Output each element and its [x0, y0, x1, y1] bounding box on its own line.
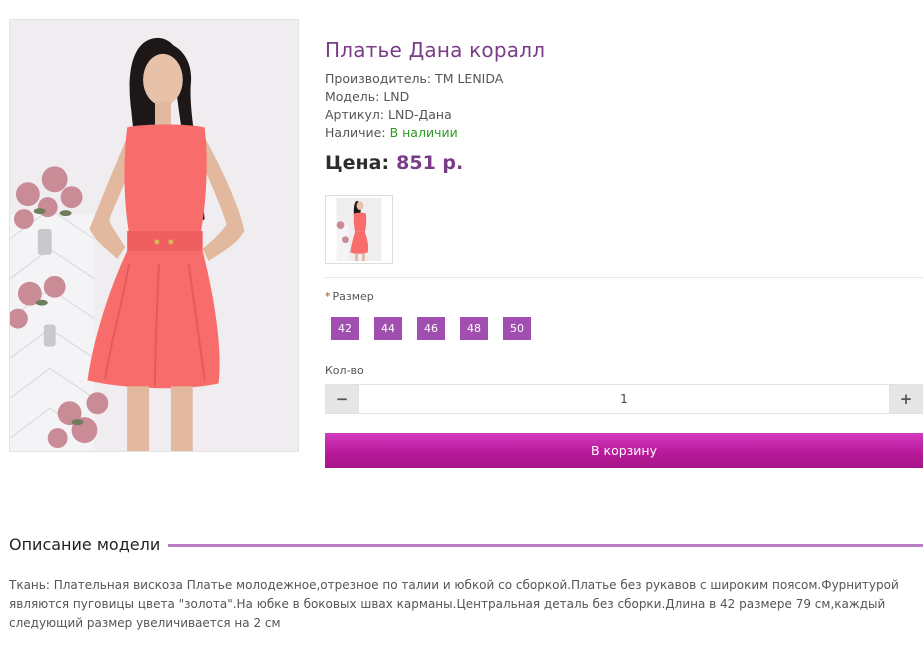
model-value: LND [383, 89, 410, 104]
sku-value: LND-Дана [388, 107, 452, 122]
product-meta: Производитель: TM LENIDA Модель: LND Арт… [325, 70, 923, 142]
add-to-cart-button[interactable]: В корзину [325, 433, 923, 468]
model-row: Модель: LND [325, 88, 923, 106]
product-photo [10, 20, 298, 451]
manufacturer-row: Производитель: TM LENIDA [325, 70, 923, 88]
size-option-50[interactable]: 50 [503, 317, 531, 340]
size-label-text: Размер [332, 290, 374, 303]
thumbnail-image [326, 196, 392, 263]
sku-row: Артикул: LND-Дана [325, 106, 923, 124]
product-info: Платье Дана коралл Производитель: TM LEN… [325, 36, 923, 468]
availability-status: В наличии [389, 125, 458, 140]
quantity-increase-button[interactable]: + [890, 385, 922, 413]
quantity-decrease-button[interactable]: − [326, 385, 358, 413]
size-option-label: * Размер [325, 290, 374, 303]
divider [325, 277, 923, 278]
required-mark: * [325, 290, 331, 303]
quantity-label: Кол-во [325, 364, 364, 377]
price-label: Цена: [325, 152, 390, 174]
price-row: Цена: 851 р. [325, 150, 923, 176]
description-text: Ткань: Плательная вискоза Платье молодеж… [9, 578, 899, 630]
quantity-stepper: − + [325, 384, 923, 414]
description-title: Описание модели [9, 534, 161, 554]
quantity-input[interactable] [358, 385, 890, 413]
size-options: 42 44 46 48 50 [331, 317, 546, 340]
availability-label: Наличие: [325, 125, 386, 140]
size-option-48[interactable]: 48 [460, 317, 488, 340]
product-main-image[interactable] [9, 19, 299, 452]
availability-row: Наличие: В наличии [325, 124, 923, 142]
size-option-46[interactable]: 46 [417, 317, 445, 340]
sku-label: Артикул: [325, 107, 385, 122]
product-title: Платье Дана коралл [325, 38, 546, 62]
model-label: Модель: [325, 89, 380, 104]
size-option-44[interactable]: 44 [374, 317, 402, 340]
description-header: Описание модели [9, 532, 923, 556]
size-option-42[interactable]: 42 [331, 317, 359, 340]
price-value: 851 р. [396, 152, 464, 174]
manufacturer-value[interactable]: TM LENIDA [435, 71, 503, 86]
product-thumbnail[interactable] [325, 195, 393, 264]
manufacturer-label: Производитель: [325, 71, 432, 86]
description-divider-line [168, 543, 923, 547]
